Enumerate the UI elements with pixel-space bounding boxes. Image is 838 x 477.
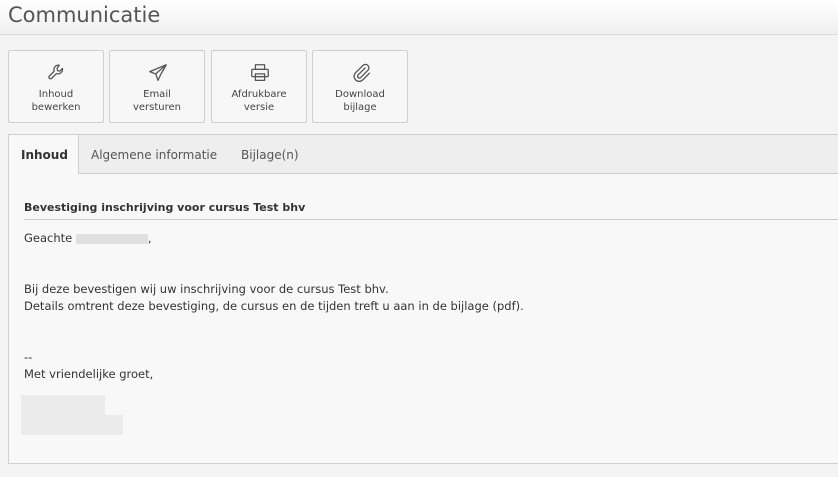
redacted-signature-line-1: [21, 395, 105, 415]
communication-panel: Inhoud Algemene informatie Bijlage(n) Be…: [8, 134, 838, 464]
tab-bijlagen[interactable]: Bijlage(n): [229, 135, 311, 173]
page-title: Communicatie: [8, 3, 161, 27]
message-separator: --: [24, 350, 33, 364]
printer-icon: [249, 62, 271, 84]
redacted-signature-line-2: [21, 415, 123, 435]
wrench-icon: [46, 62, 68, 84]
message-body-line-1: Bij deze bevestigen wij uw inschrijving …: [24, 282, 389, 296]
download-attachment-label: Download bijlage: [335, 89, 385, 113]
send-email-button[interactable]: Email versturen: [109, 50, 205, 123]
message-closing: Met vriendelijke groet,: [24, 367, 154, 381]
print-version-button[interactable]: Afdrukbare versie: [211, 50, 307, 123]
print-version-label: Afdrukbare versie: [231, 89, 287, 113]
paper-plane-icon: [147, 62, 169, 84]
tab-inhoud[interactable]: Inhoud: [9, 135, 79, 174]
edit-content-label: Inhoud bewerken: [31, 89, 81, 113]
tab-bar: Inhoud Algemene informatie Bijlage(n): [9, 135, 838, 174]
title-bar: Communicatie: [0, 0, 838, 35]
send-email-label: Email versturen: [132, 89, 182, 113]
page: Communicatie Inhoud bewerken Email verstur…: [0, 0, 838, 477]
paperclip-icon: [350, 62, 372, 84]
message-greeting: Geachte ,: [24, 231, 152, 245]
edit-content-button[interactable]: Inhoud bewerken: [8, 50, 104, 123]
redacted-name: [75, 233, 148, 244]
tab-algemene-informatie[interactable]: Algemene informatie: [79, 135, 229, 173]
message-body-line-2: Details omtrent deze bevestiging, de cur…: [24, 299, 524, 313]
message-subject: Bevestiging inschrijving voor cursus Tes…: [24, 201, 838, 220]
download-attachment-button[interactable]: Download bijlage: [312, 50, 408, 123]
